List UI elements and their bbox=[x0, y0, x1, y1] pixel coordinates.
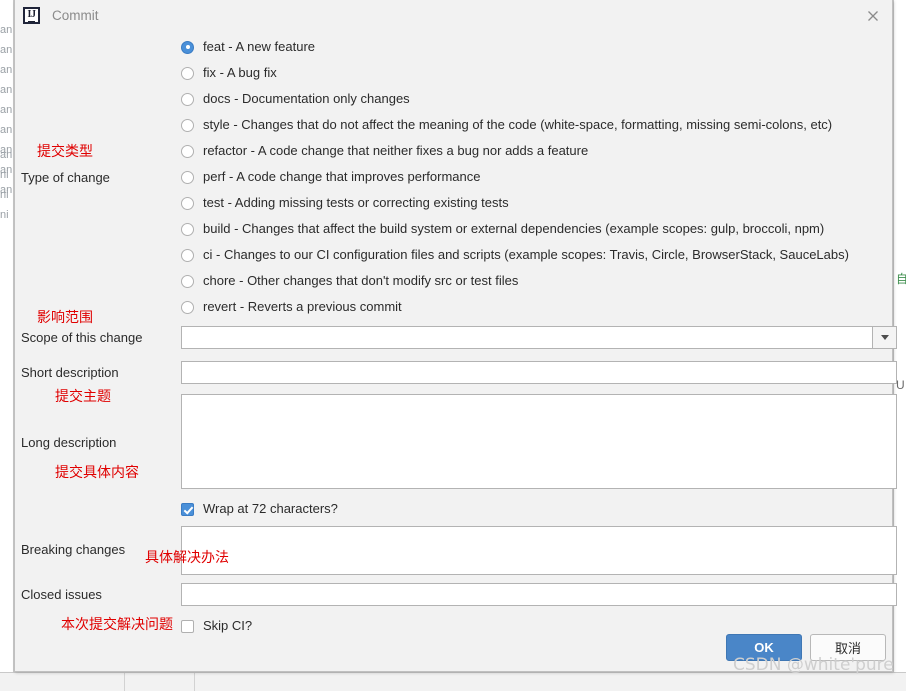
radio-option-build[interactable]: build - Changes that affect the build sy… bbox=[181, 219, 824, 239]
wrap-at-72-checkbox[interactable]: Wrap at 72 characters? bbox=[181, 501, 338, 517]
background-status-bar bbox=[0, 672, 906, 691]
radio-label: ci - Changes to our CI configuration fil… bbox=[203, 247, 849, 262]
radio-option-ci[interactable]: ci - Changes to our CI configuration fil… bbox=[181, 245, 849, 265]
radio-label: test - Adding missing tests or correctin… bbox=[203, 195, 509, 210]
background-text-fragment: an bbox=[0, 124, 13, 136]
radio-label: style - Changes that do not affect the m… bbox=[203, 117, 833, 132]
background-text-fragment: an bbox=[0, 44, 13, 56]
radio-label: chore - Other changes that don't modify … bbox=[203, 273, 519, 288]
annotation-closed-issues: 本次提交解决问题 bbox=[61, 617, 173, 633]
radio-indicator bbox=[181, 118, 194, 132]
background-text-fragment: an bbox=[0, 84, 13, 96]
label-closed-issues: Closed issues bbox=[21, 587, 102, 602]
radio-indicator bbox=[181, 248, 194, 262]
background-status-divider bbox=[194, 673, 195, 691]
radio-indicator bbox=[181, 300, 194, 314]
background-gray-text: U bbox=[896, 378, 905, 392]
radio-label: docs - Documentation only changes bbox=[203, 91, 410, 106]
background-text-fragment: an bbox=[0, 24, 13, 36]
checkbox-indicator bbox=[181, 619, 194, 633]
checkbox-label: Skip CI? bbox=[203, 618, 253, 633]
radio-indicator bbox=[181, 196, 194, 210]
annotation-type-of-change: 提交类型 bbox=[37, 144, 93, 160]
radio-option-perf[interactable]: perf - A code change that improves perfo… bbox=[181, 167, 481, 187]
radio-label: feat - A new feature bbox=[203, 39, 316, 54]
radio-label: refactor - A code change that neither fi… bbox=[203, 143, 589, 158]
radio-label: fix - A bug fix bbox=[203, 65, 277, 80]
dialog-titlebar: IJ Commit bbox=[15, 0, 892, 31]
close-icon[interactable] bbox=[864, 7, 882, 25]
chevron-down-icon[interactable] bbox=[872, 327, 896, 348]
radio-option-docs[interactable]: docs - Documentation only changes bbox=[181, 89, 410, 109]
radio-indicator bbox=[181, 144, 194, 158]
ok-button[interactable]: OK bbox=[726, 634, 802, 661]
background-status-divider bbox=[124, 673, 125, 691]
radio-option-feat[interactable]: feat - A new feature bbox=[181, 37, 315, 57]
radio-option-fix[interactable]: fix - A bug fix bbox=[181, 63, 277, 83]
radio-indicator bbox=[181, 40, 194, 54]
background-text-fragment: an bbox=[0, 64, 13, 76]
checkbox-label: Wrap at 72 characters? bbox=[203, 501, 338, 516]
radio-option-style[interactable]: style - Changes that do not affect the m… bbox=[181, 115, 832, 135]
scope-input[interactable] bbox=[182, 327, 872, 348]
background-text-fragment: an bbox=[0, 149, 13, 161]
background-text-fragment: ni bbox=[0, 169, 9, 181]
background-text-fragment: ni bbox=[0, 189, 9, 201]
background-text-fragment: ni bbox=[0, 209, 9, 221]
radio-option-chore[interactable]: chore - Other changes that don't modify … bbox=[181, 271, 518, 291]
commit-dialog: IJ Commit 提交类型 Type of change feat - A n… bbox=[14, 0, 897, 672]
label-short-description: Short description bbox=[21, 365, 119, 380]
screen: an an an an an an an an an an ni ni ni 自… bbox=[0, 0, 906, 691]
radio-option-test[interactable]: test - Adding missing tests or correctin… bbox=[181, 193, 509, 213]
radio-label: revert - Reverts a previous commit bbox=[203, 299, 402, 314]
annotation-breaking-changes: 具体解决办法 bbox=[145, 550, 229, 566]
radio-indicator bbox=[181, 92, 194, 106]
radio-option-revert[interactable]: revert - Reverts a previous commit bbox=[181, 297, 402, 317]
annotation-long-description: 提交具体内容 bbox=[55, 465, 139, 481]
label-long-description: Long description bbox=[21, 435, 117, 450]
background-green-text: 自 bbox=[896, 272, 906, 286]
background-text-fragment: an bbox=[0, 104, 13, 116]
background-left-gutter: an an an an an an an an an an ni ni ni bbox=[0, 0, 14, 691]
breaking-changes-textarea[interactable] bbox=[181, 526, 897, 575]
label-scope: Scope of this change bbox=[21, 330, 143, 345]
radio-indicator bbox=[181, 170, 194, 184]
radio-indicator bbox=[181, 66, 194, 80]
radio-label: build - Changes that affect the build sy… bbox=[203, 221, 825, 236]
annotation-scope: 影响范围 bbox=[37, 310, 93, 326]
closed-issues-input[interactable] bbox=[181, 583, 897, 606]
radio-label: perf - A code change that improves perfo… bbox=[203, 169, 481, 184]
annotation-short-description: 提交主题 bbox=[55, 389, 111, 405]
short-description-input[interactable] bbox=[181, 361, 897, 384]
long-description-textarea[interactable] bbox=[181, 394, 897, 489]
cancel-button[interactable]: 取消 bbox=[810, 634, 886, 661]
radio-indicator bbox=[181, 274, 194, 288]
radio-indicator bbox=[181, 222, 194, 236]
scope-combobox[interactable] bbox=[181, 326, 897, 349]
dialog-title: Commit bbox=[52, 8, 99, 23]
label-breaking-changes: Breaking changes bbox=[21, 542, 126, 557]
checkbox-indicator bbox=[181, 502, 194, 516]
label-type-of-change: Type of change bbox=[21, 170, 110, 185]
intellij-idea-icon: IJ bbox=[23, 7, 40, 24]
skip-ci-checkbox[interactable]: Skip CI? bbox=[181, 618, 252, 634]
radio-option-refactor[interactable]: refactor - A code change that neither fi… bbox=[181, 141, 588, 161]
